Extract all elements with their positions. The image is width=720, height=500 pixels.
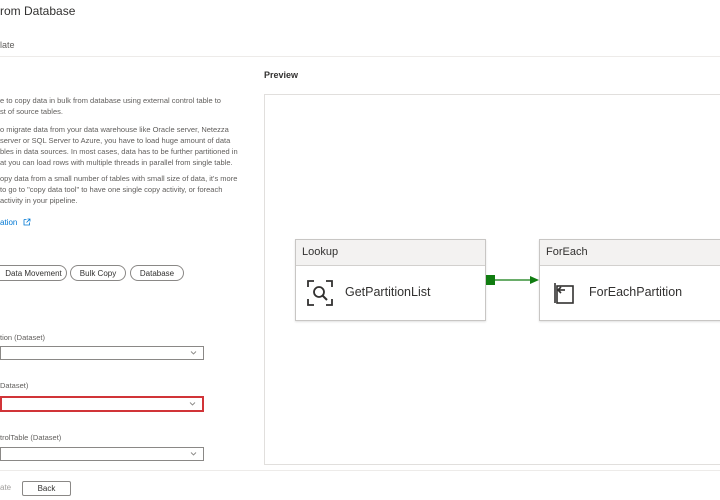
description-line: activity in your pipeline. (0, 196, 78, 205)
activity-foreach[interactable]: ForEach ForEachPartition (539, 239, 720, 321)
success-connector (486, 275, 539, 285)
description-line: st of source tables. (0, 107, 63, 116)
activity-name: ForEachPartition (589, 285, 683, 299)
external-link-icon (23, 218, 30, 226)
tag-data-movement[interactable]: Data Movement (0, 265, 67, 281)
page-title: rom Database (0, 4, 76, 18)
lookup-icon (307, 280, 333, 306)
description-line: o migrate data from your data warehouse … (0, 125, 229, 134)
field-label: trolTable (Dataset) (0, 433, 62, 442)
chevron-down-icon (190, 351, 197, 355)
description-line: bles in data sources. In most cases, dat… (0, 147, 238, 156)
chevron-down-icon (189, 402, 196, 406)
footer-divider (0, 470, 720, 471)
back-button[interactable]: Back (22, 481, 71, 496)
documentation-link-label[interactable]: ation (0, 218, 17, 227)
chevron-down-icon (190, 452, 197, 456)
use-template-button[interactable]: ate (0, 481, 14, 495)
dataset-select-1[interactable] (0, 346, 204, 360)
tag-bulk-copy[interactable]: Bulk Copy (70, 265, 126, 281)
activity-lookup[interactable]: Lookup GetPartitionList (295, 239, 486, 321)
activity-type-label: Lookup (296, 240, 485, 266)
preview-title: Preview (264, 70, 299, 80)
description-line: to go to "copy data tool" to have one si… (0, 185, 223, 194)
dataset-select-3[interactable] (0, 447, 204, 461)
divider (0, 56, 720, 57)
foreach-icon (554, 283, 574, 304)
description-line: server or SQL Server to Azure, you have … (0, 136, 231, 145)
dataset-select-2[interactable] (0, 396, 204, 412)
page-subtitle: late (0, 40, 15, 50)
field-label: Dataset) (0, 381, 29, 390)
description-line: at you can load rows with multiple threa… (0, 158, 233, 167)
description-line: opy data from a small number of tables w… (0, 174, 238, 183)
pipeline-canvas[interactable]: Lookup GetPartitionList ForEach ForEachP… (264, 94, 720, 465)
activity-name: GetPartitionList (345, 285, 431, 299)
activity-type-label: ForEach (540, 240, 720, 266)
documentation-link[interactable]: ation (0, 218, 31, 227)
field-label: tion (Dataset) (0, 333, 46, 342)
description-line: e to copy data in bulk from database usi… (0, 96, 221, 105)
tag-database[interactable]: Database (130, 265, 184, 281)
